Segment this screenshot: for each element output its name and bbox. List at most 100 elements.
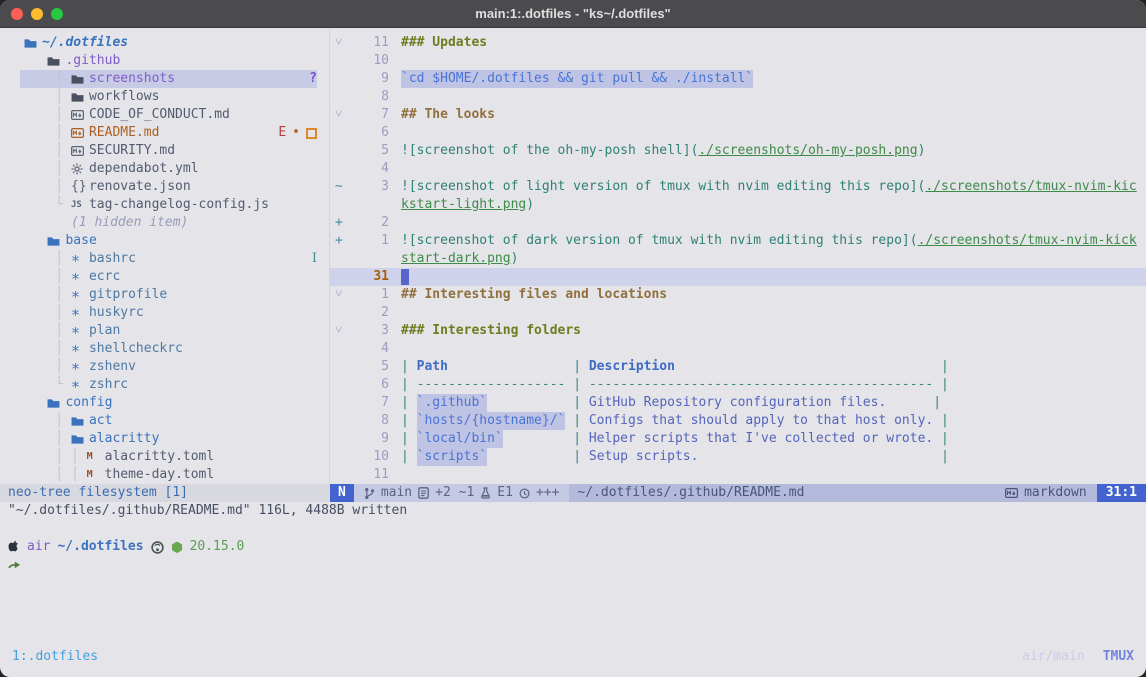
tree-item-ecrc[interactable]: │ *ecrc bbox=[20, 268, 317, 286]
flask-icon bbox=[480, 487, 491, 499]
toml-icon: M bbox=[87, 448, 105, 466]
tree-item-security.md[interactable]: │ SECURITY.md bbox=[20, 142, 317, 160]
line-number: 6 bbox=[355, 124, 389, 142]
inline-code: `hosts/{hostname}/` bbox=[417, 412, 566, 430]
text-segment: Path bbox=[417, 358, 448, 376]
sign-column bbox=[330, 430, 355, 448]
sign-column bbox=[330, 268, 355, 286]
editor-line[interactable]: +1![screenshot of dark version of tmux w… bbox=[330, 232, 1146, 250]
tree-item-gitprofile[interactable]: │ *gitprofile bbox=[20, 286, 317, 304]
line-number: 5 bbox=[355, 142, 389, 160]
tree-item-base[interactable]: base bbox=[20, 232, 317, 250]
tree-item-screenshots[interactable]: │ screenshots? bbox=[20, 70, 317, 88]
tree-item-label: alacritty bbox=[89, 430, 159, 448]
buffer-icon bbox=[418, 487, 429, 499]
folder-icon bbox=[71, 74, 89, 85]
line-number: 5 bbox=[355, 358, 389, 376]
tree-item--1-hidden-item-[interactable]: (1 hidden item) bbox=[20, 214, 317, 232]
tree-item-plan[interactable]: │ *plan bbox=[20, 322, 317, 340]
editor-cursor-line[interactable]: 31 bbox=[330, 268, 1146, 286]
editor-line[interactable]: start-dark.png) bbox=[330, 250, 1146, 268]
tree-item-readme.md[interactable]: │ README.mdE• bbox=[20, 124, 317, 142]
editor-line[interactable]: 2 bbox=[330, 304, 1146, 322]
tree-indent-guide: │ bbox=[24, 286, 71, 304]
editor-line[interactable]: ˅7## The looks bbox=[330, 106, 1146, 124]
text-segment: | bbox=[401, 430, 417, 448]
editor-line[interactable]: 5 ![screenshot of the oh-my-posh shell](.… bbox=[330, 142, 1146, 160]
editor-line[interactable]: ˅3### Interesting folders bbox=[330, 322, 1146, 340]
tree-item-config[interactable]: config bbox=[20, 394, 317, 412]
editor-line[interactable]: 11 bbox=[330, 466, 1146, 484]
modified-dot-badge: • bbox=[292, 124, 300, 142]
tree-item-dependabot.yml[interactable]: │ dependabot.yml bbox=[20, 160, 317, 178]
tree-item-zshrc[interactable]: └ *zshrc bbox=[20, 376, 317, 394]
line-number: 7 bbox=[355, 394, 389, 412]
tree-item--.dotfiles[interactable]: ~/.dotfiles bbox=[20, 34, 317, 52]
tree-item-alacritty.toml[interactable]: │ │ Malacritty.toml bbox=[20, 448, 317, 466]
text-segment: | bbox=[933, 358, 949, 376]
shell-cursor-line[interactable] bbox=[0, 556, 1146, 574]
text-segment: ![screenshot of the oh-my-posh shell]( bbox=[401, 142, 698, 160]
tree-item-label: config bbox=[65, 394, 112, 412]
tree-item-shellcheckrc[interactable]: │ *shellcheckrc bbox=[20, 340, 317, 358]
sign-column bbox=[330, 340, 355, 358]
editor-line[interactable]: ~3![screenshot of light version of tmux … bbox=[330, 178, 1146, 196]
markdown-link: ./screenshots/oh-my-posh.png bbox=[698, 142, 917, 160]
editor-line[interactable]: 4 bbox=[330, 340, 1146, 358]
node-version: 20.15.0 bbox=[190, 538, 245, 556]
markdown-heading: ### Updates bbox=[401, 34, 487, 52]
editor-line[interactable]: 8 bbox=[330, 88, 1146, 106]
line-number: 9 bbox=[355, 430, 389, 448]
neotree-pane[interactable]: ~/.dotfiles .github │ screenshots? │ wor… bbox=[0, 28, 330, 484]
editor-pane[interactable]: ˅11### Updates109`cd $HOME/.dotfiles && … bbox=[330, 28, 1146, 484]
tree-item-.github[interactable]: .github bbox=[20, 52, 317, 70]
fold-marker-icon[interactable]: ˅ bbox=[330, 322, 355, 340]
text-segment: | bbox=[933, 448, 949, 466]
tree-item-theme-day.toml[interactable]: │ │ Mtheme-day.toml bbox=[20, 466, 317, 484]
tree-item-tag-changelog-config.js[interactable]: └ JStag-changelog-config.js bbox=[20, 196, 317, 214]
tree-item-label: .github bbox=[65, 52, 120, 70]
text-segment: | bbox=[401, 376, 417, 394]
editor-line[interactable]: 10| `scripts` | Setup scripts. | bbox=[330, 448, 1146, 466]
tree-indent-guide: │ bbox=[24, 160, 71, 178]
tmux-window-name[interactable]: 1:.dotfiles bbox=[12, 648, 98, 666]
tree-item-huskyrc[interactable]: │ *huskyrc bbox=[20, 304, 317, 322]
editor-line[interactable]: 10 bbox=[330, 52, 1146, 70]
editor-line[interactable]: 9| `local/bin` | Helper scripts that I'v… bbox=[330, 430, 1146, 448]
tree-indent-guide: │ │ bbox=[24, 448, 87, 466]
tree-item-zshenv[interactable]: │ *zshenv bbox=[20, 358, 317, 376]
tree-item-code-of-conduct.md[interactable]: │ CODE_OF_CONDUCT.md bbox=[20, 106, 317, 124]
tree-indent-guide: │ bbox=[24, 70, 71, 88]
tree-item-act[interactable]: │ act bbox=[20, 412, 317, 430]
editor-line[interactable]: kstart-light.png) bbox=[330, 196, 1146, 214]
editor-line[interactable]: 6 bbox=[330, 124, 1146, 142]
tree-indent-guide: │ bbox=[24, 106, 71, 124]
editor-line[interactable]: 9`cd $HOME/.dotfiles && git pull && ./in… bbox=[330, 70, 1146, 88]
tree-item-bashrc[interactable]: │ *bashrcI bbox=[20, 250, 317, 268]
fold-marker-icon[interactable]: ˅ bbox=[330, 106, 355, 124]
tree-item-label: alacritty.toml bbox=[105, 448, 215, 466]
tree-item-renovate.json[interactable]: │ {}renovate.json bbox=[20, 178, 317, 196]
line-number bbox=[355, 196, 389, 214]
editor-line[interactable]: 7| `.github` | GitHub Repository configu… bbox=[330, 394, 1146, 412]
folder-icon bbox=[47, 56, 65, 67]
terminal-window: main:1:.dotfiles - "ks~/.dotfiles" ~/.do… bbox=[0, 0, 1146, 677]
line-number: 9 bbox=[355, 70, 389, 88]
editor-line[interactable]: 8| `hosts/{hostname}/` | Configs that sh… bbox=[330, 412, 1146, 430]
js-icon: JS bbox=[71, 196, 89, 214]
mode-indicator: N bbox=[330, 484, 354, 502]
tree-item-workflows[interactable]: │ workflows bbox=[20, 88, 317, 106]
git-status-icon bbox=[151, 541, 164, 554]
fold-marker-icon[interactable]: ˅ bbox=[330, 34, 355, 52]
editor-line[interactable]: 6| ------------------- | ---------------… bbox=[330, 376, 1146, 394]
line-number: 7 bbox=[355, 106, 389, 124]
fold-marker-icon[interactable]: ˅ bbox=[330, 286, 355, 304]
line-number: 1 bbox=[355, 286, 389, 304]
editor-line[interactable]: ˅11### Updates bbox=[330, 34, 1146, 52]
editor-line[interactable]: +2 bbox=[330, 214, 1146, 232]
tree-indent-guide: └ bbox=[24, 196, 71, 214]
tree-item-alacritty[interactable]: │ alacritty bbox=[20, 430, 317, 448]
editor-line[interactable]: 4 bbox=[330, 160, 1146, 178]
editor-line[interactable]: 5| Path | Description | bbox=[330, 358, 1146, 376]
editor-line[interactable]: ˅1## Interesting files and locations bbox=[330, 286, 1146, 304]
